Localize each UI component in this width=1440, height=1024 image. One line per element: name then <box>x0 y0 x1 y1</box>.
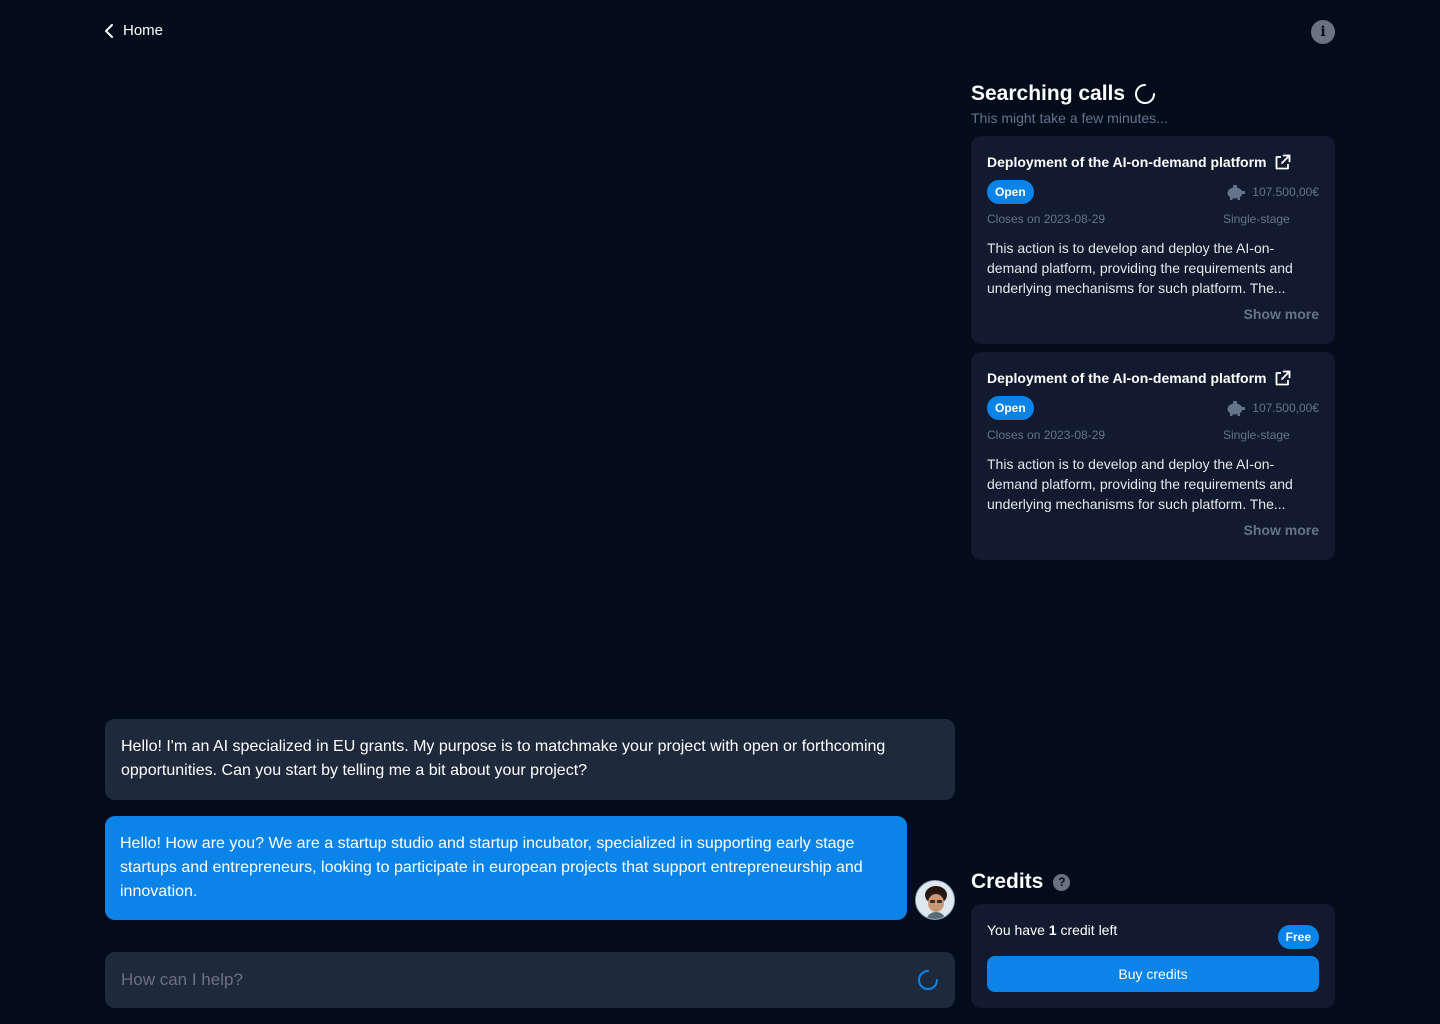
call-description: This action is to develop and deploy the… <box>987 456 1293 512</box>
external-link-icon[interactable] <box>1274 370 1291 387</box>
credits-text-suffix: credit left <box>1056 922 1118 938</box>
searching-calls-heading: Searching calls <box>971 82 1156 106</box>
call-title-link[interactable]: Deployment of the AI-on-demand platform <box>987 368 1319 388</box>
call-budget-value: 107.500,00€ <box>1252 401 1319 415</box>
call-title: Deployment of the AI-on-demand platform <box>987 370 1267 386</box>
call-card: Deployment of the AI-on-demand platform … <box>971 136 1335 344</box>
call-budget-value: 107.500,00€ <box>1252 185 1319 199</box>
credits-heading: Credits ? <box>971 870 1071 894</box>
call-stage: Single-stage <box>1223 428 1290 442</box>
credits-remaining-text: You have 1 credit left <box>987 922 1117 938</box>
chat-input-box <box>105 952 955 1008</box>
call-title-link[interactable]: Deployment of the AI-on-demand platform <box>987 152 1319 172</box>
call-title: Deployment of the AI-on-demand platform <box>987 154 1267 170</box>
show-more-link[interactable]: Show more <box>987 306 1319 322</box>
buy-credits-button[interactable]: Buy credits <box>987 956 1319 992</box>
help-icon[interactable]: ? <box>1053 873 1071 891</box>
call-budget: 107.500,00€ <box>1225 184 1319 200</box>
piggy-bank-icon <box>1227 185 1246 200</box>
status-badge: Open <box>987 396 1034 420</box>
credits-title: Credits <box>971 870 1044 893</box>
loading-spinner-icon <box>918 970 938 990</box>
loading-spinner-icon <box>1135 84 1156 104</box>
call-close-date: Closes on 2023-08-29 <box>987 428 1106 442</box>
call-close-date: Closes on 2023-08-29 <box>987 212 1106 226</box>
status-badge: Open <box>987 180 1034 204</box>
calls-sidebar: Searching calls This might take a few mi… <box>971 0 1335 1024</box>
chat-panel: Hello! I'm an AI specialized in EU grant… <box>105 0 955 1024</box>
external-link-icon[interactable] <box>1274 154 1291 171</box>
piggy-bank-icon <box>1227 401 1246 416</box>
ai-message: Hello! I'm an AI specialized in EU grant… <box>105 719 955 800</box>
searching-calls-subtitle: This might take a few minutes... <box>971 110 1168 126</box>
page: Home i Hello! I'm an AI specialized in E… <box>0 0 1440 1024</box>
credits-text-prefix: You have <box>987 922 1049 938</box>
call-budget: 107.500,00€ <box>1225 400 1319 416</box>
plan-badge: Free <box>1277 925 1319 949</box>
user-avatar <box>915 880 955 920</box>
chat-input[interactable] <box>121 970 881 990</box>
call-card: Deployment of the AI-on-demand platform … <box>971 352 1335 560</box>
user-message: Hello! How are you? We are a startup stu… <box>105 816 907 920</box>
credits-count: 1 <box>1048 922 1057 938</box>
call-description: This action is to develop and deploy the… <box>987 240 1293 296</box>
credits-card: You have 1 credit left Free Buy credits <box>971 904 1335 1008</box>
searching-calls-title: Searching calls <box>971 82 1126 105</box>
show-more-link[interactable]: Show more <box>987 522 1319 538</box>
call-stage: Single-stage <box>1223 212 1290 226</box>
